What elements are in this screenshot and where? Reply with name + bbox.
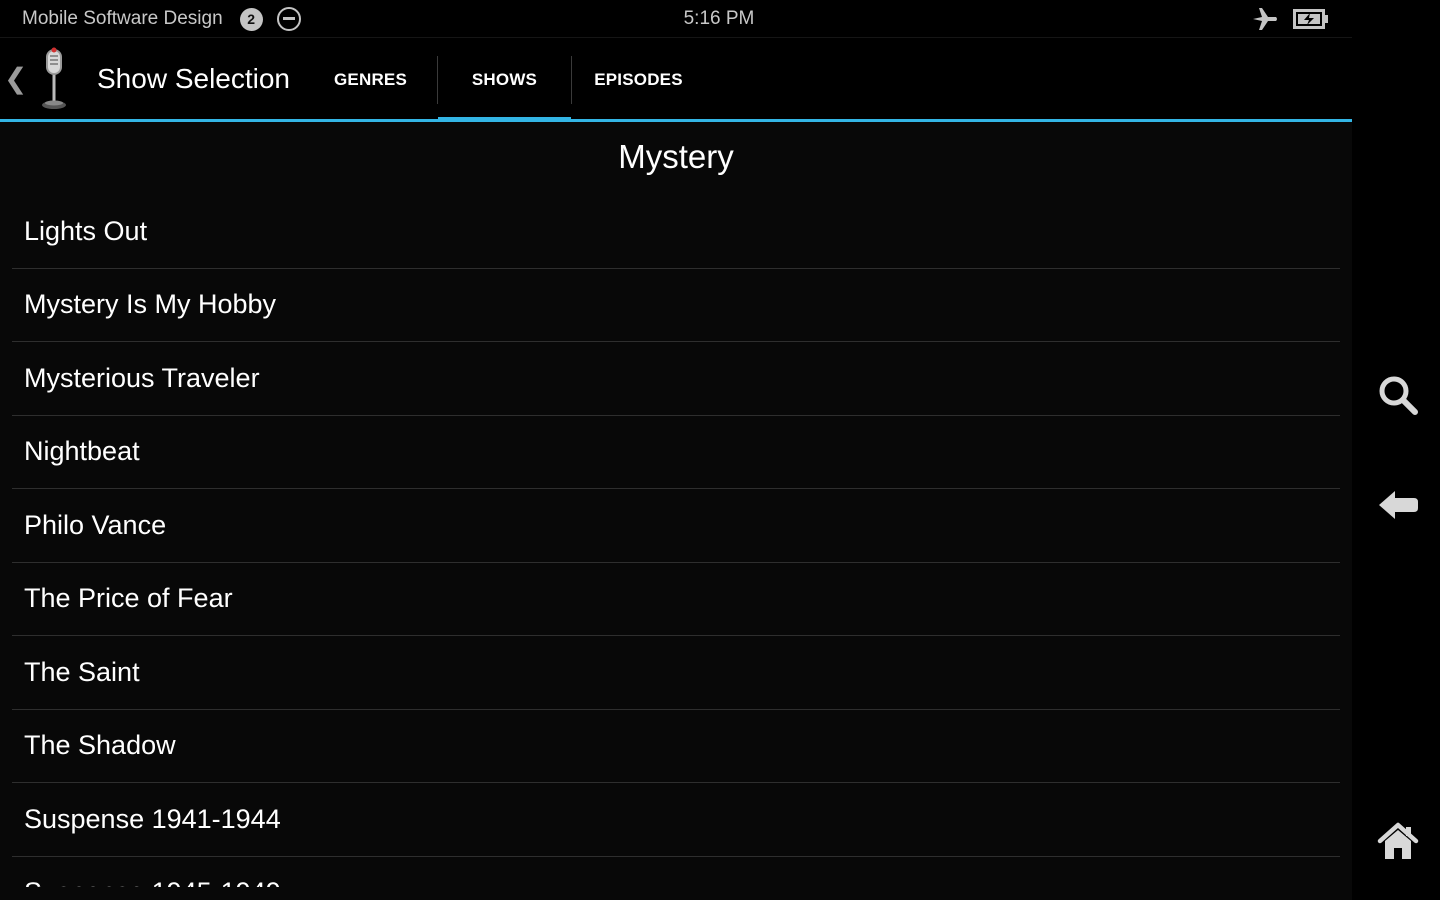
show-list[interactable]: Lights Out Mystery Is My Hobby Mysteriou… bbox=[12, 195, 1340, 887]
battery-icon bbox=[1293, 9, 1328, 29]
list-item[interactable]: The Shadow bbox=[12, 710, 1340, 783]
list-item[interactable]: Suspense 1941-1944 bbox=[12, 783, 1340, 857]
tab-bar: GENRES SHOWS EPISODES bbox=[304, 39, 705, 124]
tab-shows[interactable]: SHOWS bbox=[438, 39, 571, 124]
back-arrow-icon[interactable] bbox=[1376, 483, 1420, 527]
list-item[interactable]: Nightbeat bbox=[12, 416, 1340, 489]
page-title: Show Selection bbox=[97, 63, 291, 94]
genre-heading: Mystery bbox=[618, 138, 734, 175]
tab-genres[interactable]: GENRES bbox=[304, 39, 437, 120]
list-item[interactable]: Suspense 1945-1949 bbox=[12, 857, 1340, 887]
list-item[interactable]: The Saint bbox=[12, 636, 1340, 710]
status-bar: Mobile Software Design 2 5:16 PM bbox=[0, 0, 1352, 38]
list-item[interactable]: Mystery Is My Hobby bbox=[12, 269, 1340, 342]
list-item[interactable]: Philo Vance bbox=[12, 489, 1340, 563]
tab-episodes[interactable]: EPISODES bbox=[572, 39, 705, 120]
list-item[interactable]: The Price of Fear bbox=[12, 563, 1340, 636]
status-time: 5:16 PM bbox=[683, 8, 755, 29]
microphone-app-icon[interactable] bbox=[32, 47, 76, 111]
list-item[interactable]: Mysterious Traveler bbox=[12, 342, 1340, 416]
airplane-icon bbox=[1253, 8, 1277, 30]
home-icon[interactable] bbox=[1376, 820, 1420, 864]
action-bar: ❮ Show Selection GENRES SHOWS EPISODES bbox=[0, 39, 1352, 124]
main-content: Mystery Lights Out Mystery Is My Hobby M… bbox=[0, 122, 1352, 900]
list-item[interactable]: Lights Out bbox=[12, 195, 1340, 269]
up-chevron-icon[interactable]: ❮ bbox=[4, 65, 27, 93]
search-icon[interactable] bbox=[1376, 373, 1420, 417]
navigation-bar bbox=[1352, 0, 1440, 900]
